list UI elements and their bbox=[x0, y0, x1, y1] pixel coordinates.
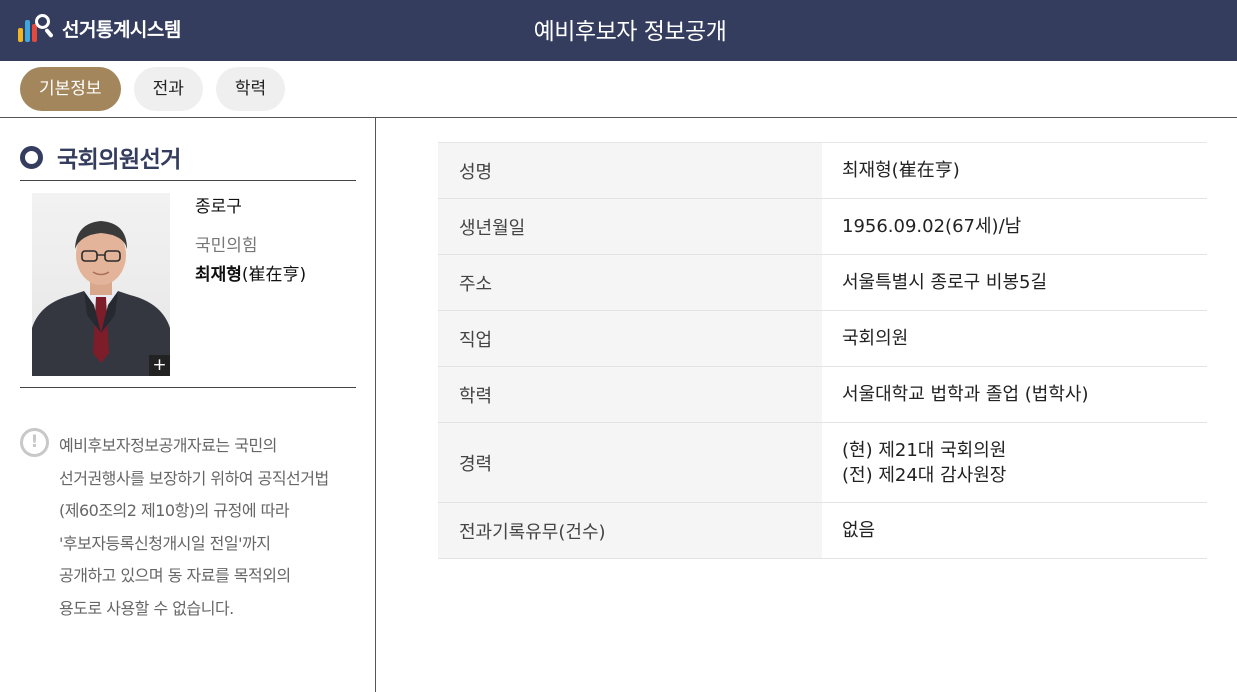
row-label-name: 성명 bbox=[438, 143, 822, 198]
district-name: 종로구 bbox=[195, 197, 242, 217]
row-value-address: 서울특별시 종로구 비봉5길 bbox=[842, 272, 1048, 293]
candidate-name: 최재형(崔在亨) bbox=[195, 265, 307, 285]
row-label-education: 학력 bbox=[438, 367, 822, 422]
page-title: 예비후보자 정보공개 bbox=[533, 19, 727, 45]
table-row: 생년월일 1956.09.02(67세)/남 bbox=[438, 199, 1207, 255]
section-divider bbox=[20, 180, 356, 181]
row-value-career: (현) 제21대 국회의원 (전) 제24대 감사원장 bbox=[842, 439, 1007, 486]
notice-text: 예비후보자정보공개자료는 국민의 선거권행사를 보장하기 위하여 공직선거법 (… bbox=[59, 436, 329, 618]
row-label-career: 경력 bbox=[438, 423, 822, 502]
table-row: 직업 국회의원 bbox=[438, 311, 1207, 367]
table-row: 주소 서울특별시 종로구 비봉5길 bbox=[438, 255, 1207, 311]
row-label-address: 주소 bbox=[438, 255, 822, 310]
row-value-name: 최재형(崔在亨) bbox=[842, 160, 960, 181]
content-divider bbox=[0, 117, 1237, 118]
panel-divider bbox=[375, 117, 376, 692]
profile-divider bbox=[20, 387, 356, 388]
top-header: 선거통계시스템 예비후보자 정보공개 bbox=[0, 0, 1237, 61]
candidate-photo[interactable]: + bbox=[32, 193, 170, 376]
ring-icon bbox=[20, 145, 43, 169]
row-value-occupation: 국회의원 bbox=[842, 328, 909, 349]
candidate-detail-table: 성명 최재형(崔在亨) 생년월일 1956.09.02(67세)/남 주소 서울… bbox=[438, 142, 1207, 559]
section-title: 국회의원선거 bbox=[20, 140, 181, 174]
row-value-birthdate: 1956.09.02(67세)/남 bbox=[842, 216, 1022, 237]
exclamation-icon: ! bbox=[20, 428, 49, 457]
zoom-plus-icon[interactable]: + bbox=[149, 355, 170, 376]
row-label-occupation: 직업 bbox=[438, 311, 822, 366]
candidate-summary: 종로구 국민의힘 최재형(崔在亨) bbox=[195, 192, 306, 285]
tab-criminal-record[interactable]: 전과 bbox=[133, 67, 203, 111]
table-row: 학력 서울대학교 법학과 졸업 (법학사) bbox=[438, 367, 1207, 423]
party-name: 국민의힘 bbox=[195, 236, 258, 256]
table-row: 전과기록유무(건수) 없음 bbox=[438, 503, 1207, 559]
row-label-birthdate: 생년월일 bbox=[438, 199, 822, 254]
row-value-education: 서울대학교 법학과 졸업 (법학사) bbox=[842, 384, 1089, 405]
tab-education[interactable]: 학력 bbox=[215, 67, 286, 111]
tab-bar: 기본정보 전과 학력 bbox=[20, 67, 286, 111]
table-row: 성명 최재형(崔在亨) bbox=[438, 143, 1207, 199]
row-label-criminal-record: 전과기록유무(건수) bbox=[438, 503, 822, 558]
tab-basic-info[interactable]: 기본정보 bbox=[20, 67, 121, 111]
table-row: 경력 (현) 제21대 국회의원 (전) 제24대 감사원장 bbox=[438, 423, 1207, 503]
row-value-criminal-record: 없음 bbox=[842, 520, 876, 541]
